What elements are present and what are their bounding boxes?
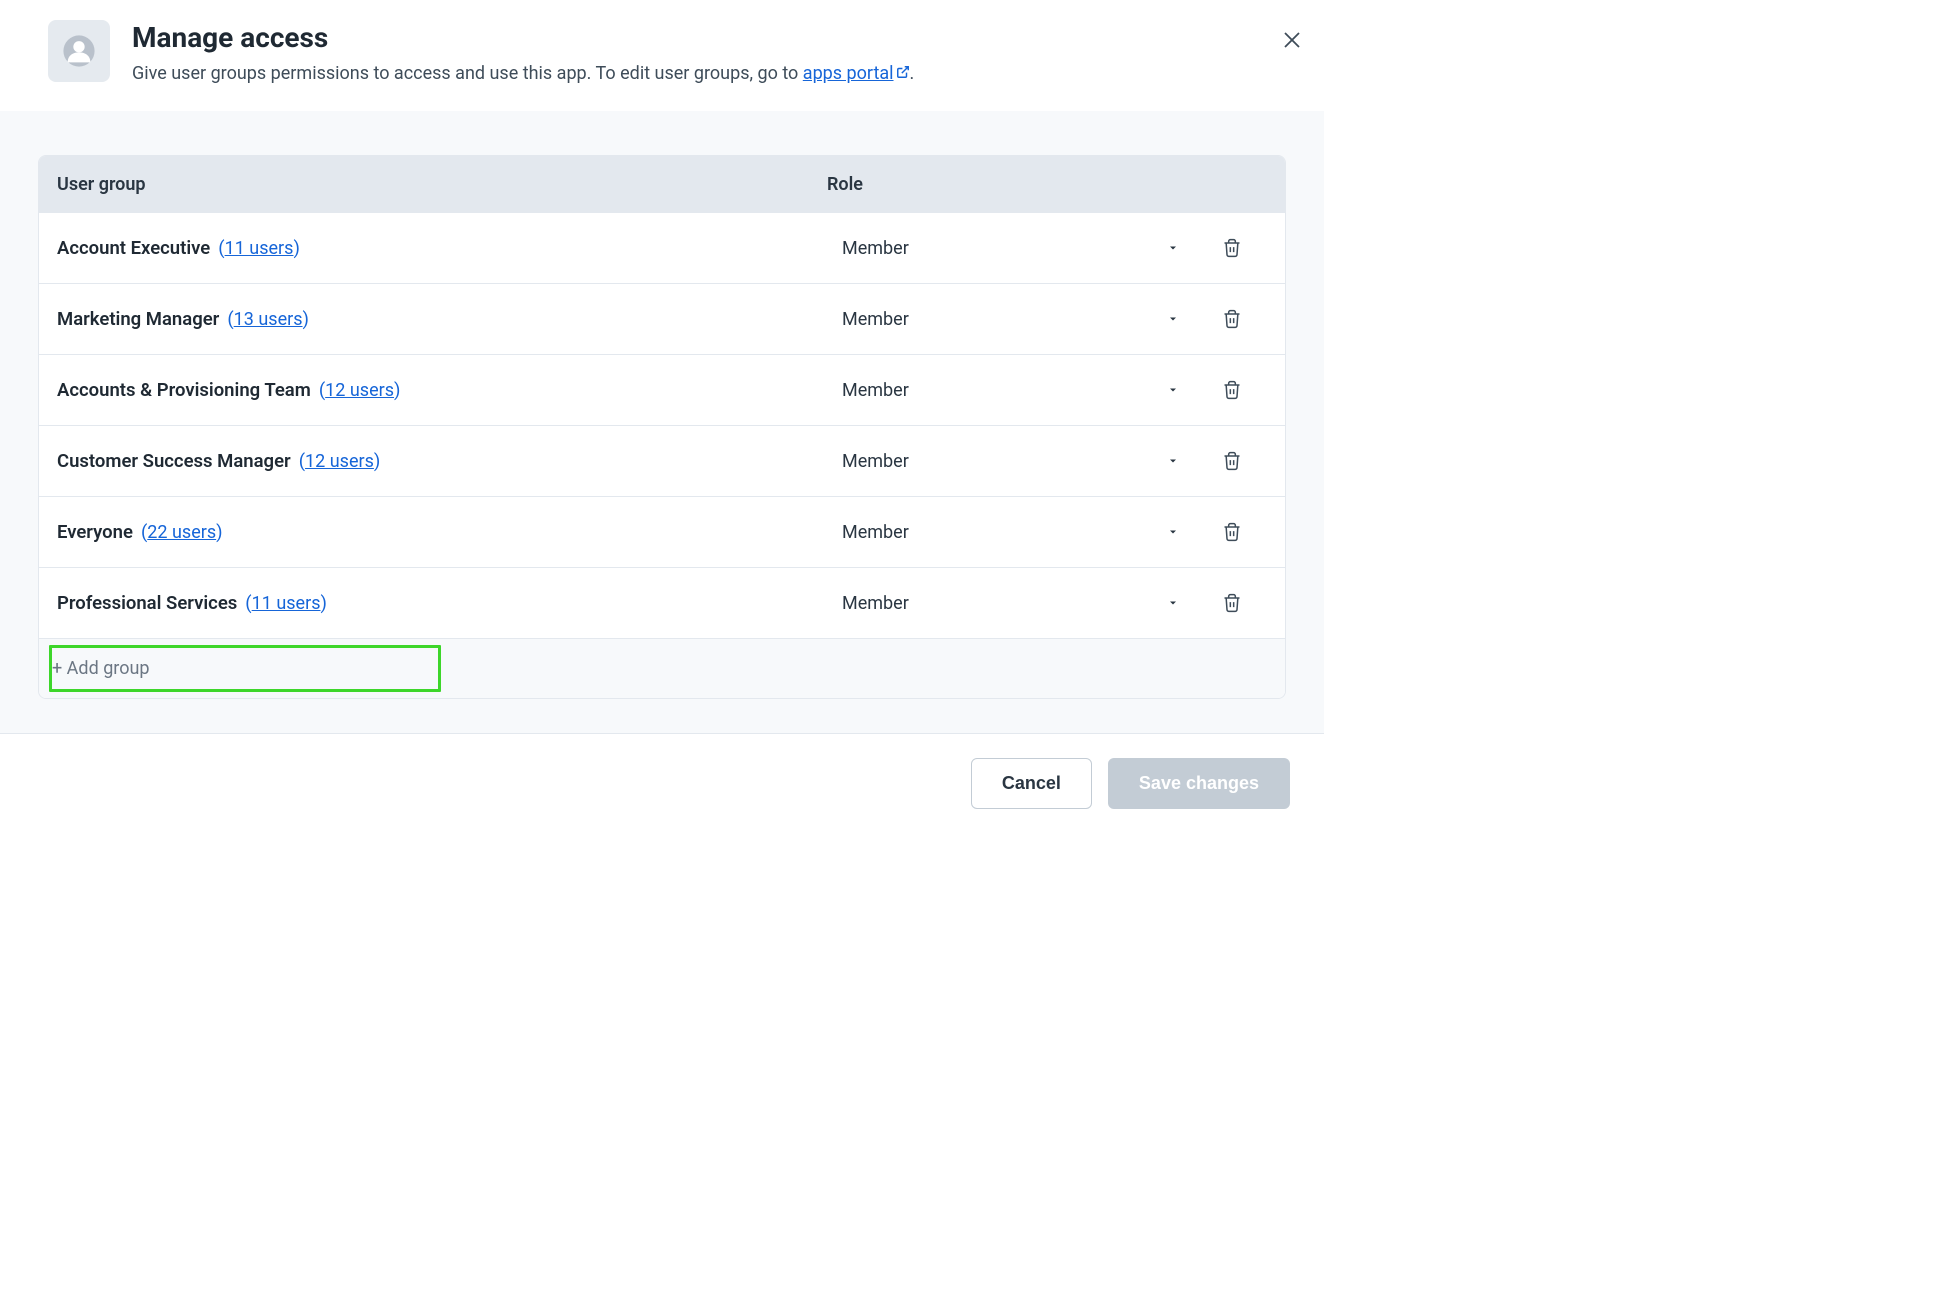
group-cell: Account Executive (11 users) <box>57 237 842 259</box>
users-count-link[interactable]: 11 users <box>252 593 321 614</box>
add-group-row: + Add group <box>39 639 1285 698</box>
role-value: Member <box>842 380 909 401</box>
group-users: (11 users) <box>245 592 327 614</box>
users-count-link[interactable]: 13 users <box>234 309 303 330</box>
role-select[interactable]: Member <box>842 309 1197 330</box>
chevron-down-icon <box>1167 384 1179 396</box>
users-count-link[interactable]: 12 users <box>325 380 394 401</box>
role-value: Member <box>842 522 909 543</box>
delete-button[interactable] <box>1197 238 1267 258</box>
column-role: Role <box>827 174 1197 195</box>
delete-button[interactable] <box>1197 593 1267 613</box>
group-name: Accounts & Provisioning Team <box>57 379 311 401</box>
close-button[interactable] <box>1280 28 1304 52</box>
users-count-link[interactable]: 12 users <box>305 451 374 472</box>
group-name: Everyone <box>57 521 133 543</box>
group-users: (22 users) <box>141 521 223 543</box>
table-row: Professional Services (11 users) Member <box>39 568 1285 639</box>
trash-icon <box>1222 309 1242 329</box>
subtitle-suffix: . <box>910 63 915 84</box>
trash-icon <box>1222 238 1242 258</box>
group-name: Marketing Manager <box>57 308 219 330</box>
modal-header: Manage access Give user groups permissio… <box>0 0 1324 111</box>
trash-icon <box>1222 380 1242 400</box>
group-cell: Marketing Manager (13 users) <box>57 308 842 330</box>
group-cell: Accounts & Provisioning Team (12 users) <box>57 379 842 401</box>
users-count-link[interactable]: 22 users <box>147 522 216 543</box>
person-icon <box>62 34 96 68</box>
apps-portal-link[interactable]: apps portal <box>803 63 910 84</box>
empty-area <box>0 833 1324 1253</box>
header-text: Manage access Give user groups permissio… <box>132 20 1296 87</box>
group-name: Customer Success Manager <box>57 450 291 472</box>
group-cell: Everyone (22 users) <box>57 521 842 543</box>
table-row: Accounts & Provisioning Team (12 users) … <box>39 355 1285 426</box>
group-name: Account Executive <box>57 237 210 259</box>
role-select[interactable]: Member <box>842 238 1197 259</box>
group-users: (13 users) <box>227 308 309 330</box>
delete-button[interactable] <box>1197 309 1267 329</box>
table-row: Everyone (22 users) Member <box>39 497 1285 568</box>
role-value: Member <box>842 309 909 330</box>
table-row: Customer Success Manager (12 users) Memb… <box>39 426 1285 497</box>
group-users: (12 users) <box>319 379 401 401</box>
role-value: Member <box>842 238 909 259</box>
trash-icon <box>1222 451 1242 471</box>
delete-button[interactable] <box>1197 451 1267 471</box>
add-group-button[interactable]: + Add group <box>52 658 150 679</box>
group-users: (11 users) <box>218 237 300 259</box>
save-changes-button[interactable]: Save changes <box>1108 758 1290 809</box>
group-cell: Professional Services (11 users) <box>57 592 842 614</box>
group-name: Professional Services <box>57 592 237 614</box>
chevron-down-icon <box>1167 455 1179 467</box>
subtitle-text: Give user groups permissions to access a… <box>132 63 803 84</box>
modal-subtitle: Give user groups permissions to access a… <box>132 60 1296 87</box>
group-users: (12 users) <box>299 450 381 472</box>
modal-footer: Cancel Save changes <box>0 733 1324 833</box>
users-count-link[interactable]: 11 users <box>225 238 294 259</box>
table-row: Account Executive (11 users) Member <box>39 213 1285 284</box>
cancel-button[interactable]: Cancel <box>971 758 1092 809</box>
column-actions <box>1197 174 1267 195</box>
table-row: Marketing Manager (13 users) Member <box>39 284 1285 355</box>
table-header: User group Role <box>39 156 1285 213</box>
role-select[interactable]: Member <box>842 593 1197 614</box>
chevron-down-icon <box>1167 242 1179 254</box>
role-select[interactable]: Member <box>842 380 1197 401</box>
chevron-down-icon <box>1167 597 1179 609</box>
modal-title: Manage access <box>132 20 1296 56</box>
access-table: User group Role Account Executive (11 us… <box>38 155 1286 699</box>
manage-access-modal: Manage access Give user groups permissio… <box>0 0 1324 1253</box>
modal-body: User group Role Account Executive (11 us… <box>0 111 1324 733</box>
role-value: Member <box>842 451 909 472</box>
column-user-group: User group <box>57 174 827 195</box>
role-select[interactable]: Member <box>842 522 1197 543</box>
close-icon <box>1280 28 1304 52</box>
group-cell: Customer Success Manager (12 users) <box>57 450 842 472</box>
role-select[interactable]: Member <box>842 451 1197 472</box>
role-value: Member <box>842 593 909 614</box>
chevron-down-icon <box>1167 526 1179 538</box>
delete-button[interactable] <box>1197 522 1267 542</box>
trash-icon <box>1222 593 1242 613</box>
delete-button[interactable] <box>1197 380 1267 400</box>
app-avatar <box>48 20 110 82</box>
trash-icon <box>1222 522 1242 542</box>
add-group-highlight: + Add group <box>49 645 441 692</box>
external-link-icon <box>896 60 910 87</box>
chevron-down-icon <box>1167 313 1179 325</box>
